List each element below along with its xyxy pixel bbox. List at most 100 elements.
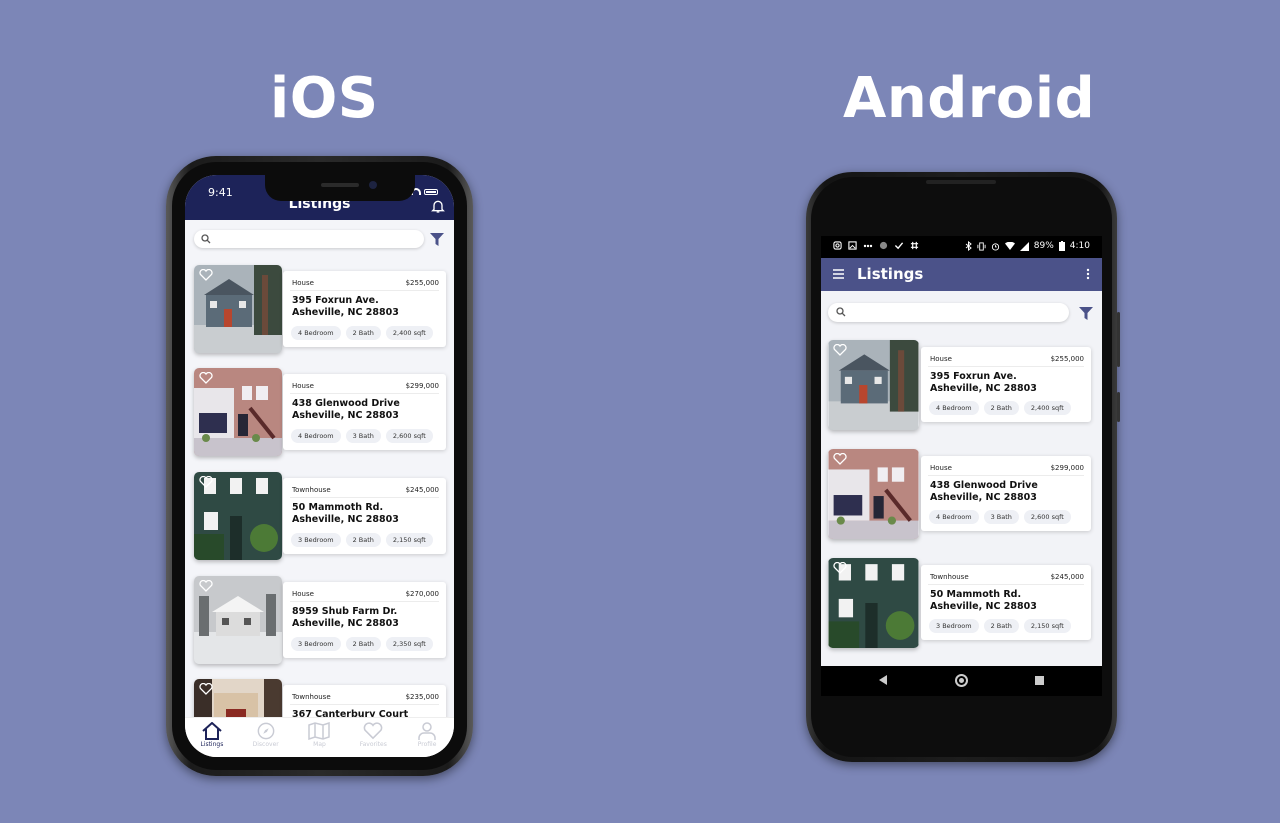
- favorite-heart-icon[interactable]: [199, 269, 213, 281]
- android-status-time: 4:10: [1069, 241, 1090, 251]
- listing-type: House: [292, 279, 314, 287]
- user-icon: [418, 722, 436, 740]
- bath-chip: 3 Bath: [983, 510, 1019, 524]
- instagram-icon: [833, 241, 842, 250]
- favorite-heart-icon[interactable]: [199, 476, 213, 488]
- favorite-heart-icon[interactable]: [833, 344, 847, 356]
- android-heading: Android: [843, 66, 1096, 131]
- notch: [265, 175, 415, 201]
- filter-icon[interactable]: [430, 233, 444, 246]
- listing-address: 50 Mammoth Rd. Asheville, NC 28803: [292, 502, 399, 525]
- favorite-heart-icon[interactable]: [833, 453, 847, 465]
- battery-icon: [1058, 241, 1065, 251]
- favorite-heart-icon[interactable]: [199, 372, 213, 384]
- android-device: 89% 4:10 Listings House $255,000 395 Fox…: [806, 172, 1120, 762]
- overflow-menu-icon[interactable]: [1086, 268, 1090, 280]
- listing-type: Townhouse: [292, 486, 331, 494]
- ios-screen: 9:41 Listings House $255,000 395 Foxrun …: [185, 175, 454, 757]
- bath-chip: 2 Bath: [345, 326, 381, 340]
- bath-chip: 2 Bath: [983, 401, 1019, 415]
- tab-discover[interactable]: Discover: [241, 718, 291, 757]
- android-status-bar: 89% 4:10: [821, 236, 1102, 258]
- signal-icon: [1019, 241, 1029, 251]
- listing-card[interactable]: House $270,000 8959 Shub Farm Dr. Ashevil…: [194, 576, 446, 664]
- android-screen: 89% 4:10 Listings House $255,000 395 Fox…: [821, 236, 1102, 666]
- sqft-chip: 2,600 sqft: [1023, 510, 1071, 524]
- listing-address: 438 Glenwood Drive Asheville, NC 28803: [930, 480, 1038, 503]
- sqft-chip: 2,350 sqft: [385, 637, 433, 651]
- search-input[interactable]: [828, 303, 1069, 322]
- compass-icon: [257, 722, 275, 740]
- bedroom-chip: 4 Bedroom: [291, 429, 341, 443]
- listing-card[interactable]: House $299,000 438 Glenwood Drive Ashevil…: [828, 449, 1092, 539]
- listing-card[interactable]: House $255,000 395 Foxrun Ave. Asheville,…: [828, 340, 1092, 430]
- bath-chip: 2 Bath: [983, 619, 1019, 633]
- tab-favorites[interactable]: Favorites: [348, 718, 398, 757]
- bluetooth-icon: [965, 241, 972, 251]
- map-icon: [308, 722, 331, 740]
- sqft-chip: 2,150 sqft: [1023, 619, 1071, 633]
- listing-address: 50 Mammoth Rd. Asheville, NC 28803: [930, 589, 1037, 612]
- tab-profile[interactable]: Profile: [402, 718, 452, 757]
- listing-price: $255,000: [405, 279, 439, 287]
- bedroom-chip: 4 Bedroom: [929, 401, 979, 415]
- circle-icon: [879, 241, 888, 250]
- bath-chip: 2 Bath: [345, 637, 381, 651]
- listing-type: Townhouse: [292, 693, 331, 701]
- battery-icon: [424, 188, 438, 195]
- android-toolbar: Listings: [821, 258, 1102, 291]
- listing-card[interactable]: House $299,000 438 Glenwood Drive Ashevil…: [194, 368, 446, 456]
- sqft-chip: 2,400 sqft: [1023, 401, 1071, 415]
- tab-listings[interactable]: Listings: [187, 718, 237, 757]
- sqft-chip: 2,400 sqft: [385, 326, 433, 340]
- listing-type: House: [292, 590, 314, 598]
- back-icon[interactable]: [879, 675, 887, 685]
- ios-heading: iOS: [270, 66, 379, 131]
- listing-card[interactable]: House $255,000 395 Foxrun Ave. Asheville,…: [194, 265, 446, 353]
- alarm-icon: [991, 242, 999, 251]
- listing-price: $245,000: [405, 486, 439, 494]
- check-icon: [894, 242, 904, 250]
- sqft-chip: 2,150 sqft: [385, 533, 433, 547]
- home-button-icon[interactable]: [955, 674, 968, 687]
- bedroom-chip: 3 Bedroom: [291, 533, 341, 547]
- sqft-chip: 2,600 sqft: [385, 429, 433, 443]
- filter-icon[interactable]: [1079, 307, 1093, 320]
- bath-chip: 2 Bath: [345, 533, 381, 547]
- bedroom-chip: 3 Bedroom: [929, 619, 979, 633]
- recents-icon[interactable]: [1035, 676, 1044, 685]
- listing-card[interactable]: Townhouse $245,000 50 Mammoth Rd. Ashevil…: [194, 472, 446, 560]
- battery-percent: 89%: [1033, 241, 1054, 251]
- listing-type: House: [930, 355, 952, 363]
- search-input[interactable]: [194, 230, 424, 248]
- tab-map[interactable]: Map: [294, 718, 344, 757]
- favorite-heart-icon[interactable]: [833, 562, 847, 574]
- favorite-heart-icon[interactable]: [199, 683, 213, 695]
- home-icon: [202, 722, 222, 740]
- more-dots-icon: [863, 244, 873, 247]
- iphone-device: 9:41 Listings House $255,000 395 Foxrun …: [166, 156, 473, 776]
- heart-icon: [363, 722, 383, 740]
- listing-address: 8959 Shub Farm Dr. Asheville, NC 28803: [292, 606, 399, 629]
- bedroom-chip: 4 Bedroom: [929, 510, 979, 524]
- tab-bar: Listings Discover Map Favorites Profile: [185, 717, 454, 757]
- search-icon: [201, 234, 211, 244]
- listing-price: $245,000: [1050, 573, 1084, 581]
- listing-price: $270,000: [405, 590, 439, 598]
- search-icon: [836, 307, 846, 317]
- listing-price: $255,000: [1050, 355, 1084, 363]
- bell-icon[interactable]: [430, 198, 446, 214]
- listing-type: Townhouse: [930, 573, 969, 581]
- listing-type: House: [292, 382, 314, 390]
- bedroom-chip: 4 Bedroom: [291, 326, 341, 340]
- bath-chip: 3 Bath: [345, 429, 381, 443]
- slack-icon: [910, 241, 919, 250]
- favorite-heart-icon[interactable]: [199, 580, 213, 592]
- page-title: Listings: [857, 265, 924, 283]
- image-icon: [848, 241, 857, 250]
- listing-address: 395 Foxrun Ave. Asheville, NC 28803: [930, 371, 1037, 394]
- listing-card[interactable]: Townhouse $245,000 50 Mammoth Rd. Ashevil…: [828, 558, 1092, 648]
- vibrate-icon: [977, 241, 986, 251]
- bedroom-chip: 3 Bedroom: [291, 637, 341, 651]
- hamburger-menu-icon[interactable]: [833, 269, 844, 279]
